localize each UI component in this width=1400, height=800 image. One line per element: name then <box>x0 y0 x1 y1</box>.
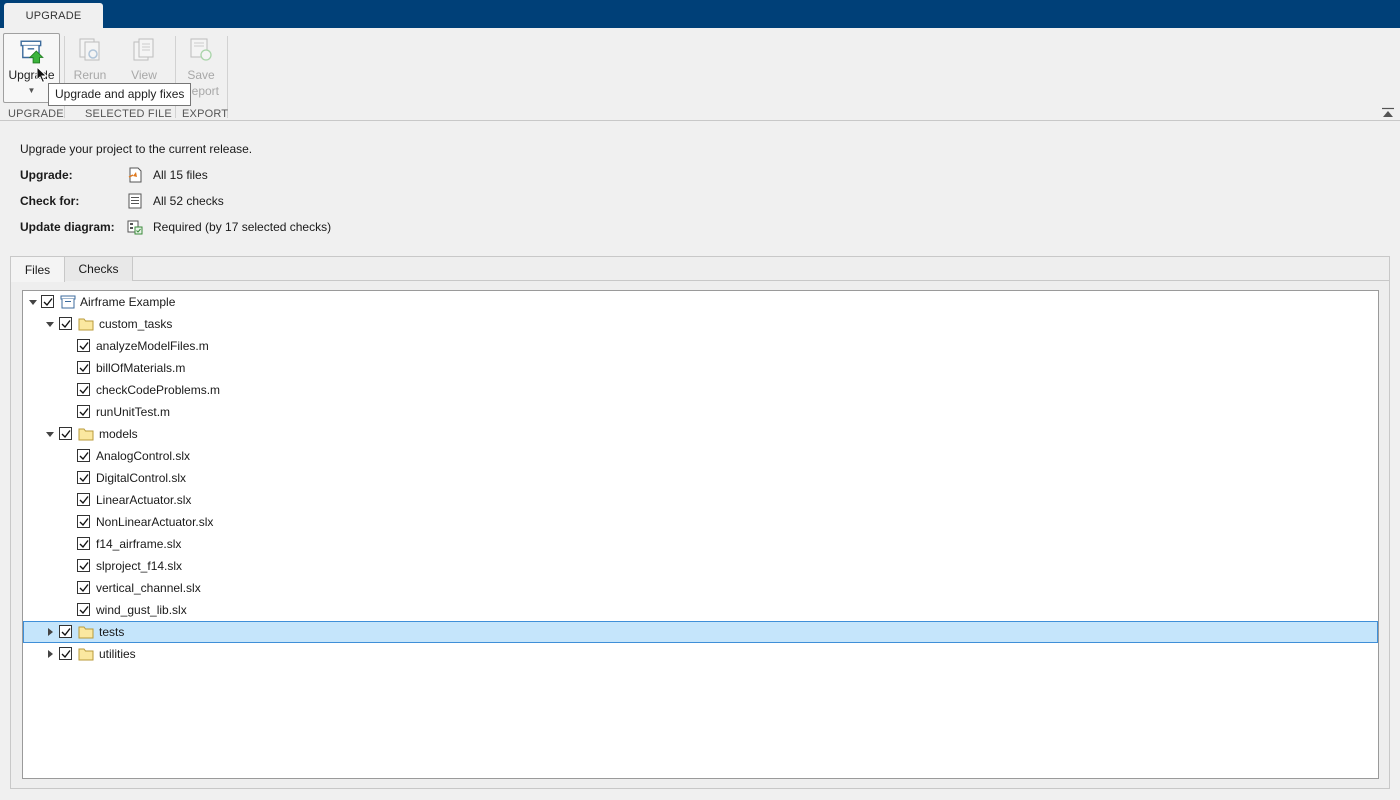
summary-key: Update diagram: <box>20 220 115 234</box>
tree-row-folder-utilities[interactable]: utilities <box>23 643 1378 665</box>
tree-row-root[interactable]: Airframe Example <box>23 291 1378 313</box>
tree-row-file[interactable]: slproject_f14.slx <box>23 555 1378 577</box>
checkbox[interactable] <box>77 471 90 484</box>
tree-row-folder-tests[interactable]: tests <box>23 621 1378 643</box>
folder-icon <box>78 428 94 441</box>
save-report-icon <box>190 38 212 61</box>
expanded-arrow-icon[interactable] <box>45 319 55 329</box>
checkbox[interactable] <box>77 383 90 396</box>
tree-label: wind_gust_lib.slx <box>96 603 187 617</box>
save-label: Save <box>187 68 215 82</box>
upgrade-icon <box>19 40 44 64</box>
view-label: View <box>131 68 157 82</box>
tooltip: Upgrade and apply fixes <box>48 83 192 106</box>
checkbox[interactable] <box>77 515 90 528</box>
rerun-icon <box>79 38 100 61</box>
expanded-arrow-icon[interactable] <box>45 429 55 439</box>
tree-label: analyzeModelFiles.m <box>96 339 209 353</box>
expanded-arrow-icon[interactable] <box>28 297 38 307</box>
summary-key: Check for: <box>20 194 80 208</box>
tree-label: custom_tasks <box>99 317 173 331</box>
rerun-label: Rerun <box>73 68 107 82</box>
model-file-icon <box>128 167 142 183</box>
tree-row-folder-models[interactable]: models <box>23 423 1378 445</box>
tree-label: runUnitTest.m <box>96 405 171 419</box>
tab-upgrade[interactable]: UPGRADE <box>4 3 103 28</box>
tree-row-file[interactable]: wind_gust_lib.slx <box>23 599 1378 621</box>
tree-label: tests <box>99 625 125 639</box>
checkbox[interactable] <box>77 581 90 594</box>
checkbox[interactable] <box>77 537 90 550</box>
checkbox[interactable] <box>77 361 90 374</box>
checkbox[interactable] <box>77 449 90 462</box>
summary-value: All 52 checks <box>153 194 224 208</box>
summary-value: Required (by 17 selected checks) <box>153 220 332 234</box>
tree-label: checkCodeProblems.m <box>96 383 221 397</box>
tree-row-file[interactable]: analyzeModelFiles.m <box>23 335 1378 357</box>
checkbox[interactable] <box>41 295 54 308</box>
chevron-down-icon[interactable]: ▼ <box>28 87 36 95</box>
folder-icon <box>78 626 94 639</box>
collapsed-arrow-icon[interactable] <box>45 649 55 659</box>
tab-checks[interactable]: Checks <box>65 257 133 281</box>
tree-row-file[interactable]: checkCodeProblems.m <box>23 379 1378 401</box>
tree-label: vertical_channel.slx <box>96 581 201 595</box>
tree-row-file[interactable]: DigitalControl.slx <box>23 467 1378 489</box>
rerun-button[interactable]: Rerun <box>70 37 110 83</box>
checkbox[interactable] <box>77 493 90 506</box>
checkbox[interactable] <box>77 405 90 418</box>
summary-row-upgrade: Upgrade: All 15 files <box>20 166 208 184</box>
tree-row-file[interactable]: billOfMaterials.m <box>23 357 1378 379</box>
view-report-icon <box>133 38 154 61</box>
folder-icon <box>78 648 94 661</box>
checkbox[interactable] <box>59 427 72 440</box>
checkbox[interactable] <box>77 559 90 572</box>
section-label-export: EXPORT <box>182 108 229 120</box>
checklist-icon <box>128 193 142 209</box>
tab-divider <box>133 280 1389 281</box>
tree-label: DigitalControl.slx <box>96 471 187 485</box>
collapse-toolstrip-icon[interactable] <box>1381 107 1395 119</box>
tree-label: AnalogControl.slx <box>96 449 191 463</box>
tabstrip: UPGRADE <box>0 0 1400 28</box>
summary-row-check-for: Check for: All 52 checks <box>20 192 224 210</box>
tree-row-file[interactable]: f14_airframe.slx <box>23 533 1378 555</box>
tree-label: models <box>99 427 138 441</box>
summary-value: All 15 files <box>153 168 208 182</box>
checkbox[interactable] <box>59 317 72 330</box>
section-label-upgrade: UPGRADE <box>8 108 64 120</box>
summary-key: Upgrade: <box>20 168 73 182</box>
tree-label: f14_airframe.slx <box>96 537 182 551</box>
view-button[interactable]: View <box>124 37 164 83</box>
toolstrip: Upgrade ▼ Rerun View Save Report UPGRADE… <box>0 28 1400 121</box>
tree-row-file[interactable]: NonLinearActuator.slx <box>23 511 1378 533</box>
tree-row-file[interactable]: runUnitTest.m <box>23 401 1378 423</box>
summary-row-update-diagram: Update diagram: Required (by 17 selected… <box>20 218 331 236</box>
checkbox[interactable] <box>77 603 90 616</box>
tree-row-folder-custom-tasks[interactable]: custom_tasks <box>23 313 1378 335</box>
tree-label: LinearActuator.slx <box>96 493 192 507</box>
checkbox[interactable] <box>59 625 72 638</box>
files-checks-panel: Files Checks Airframe Example custom_tas… <box>10 256 1390 789</box>
collapsed-arrow-icon[interactable] <box>45 627 55 637</box>
tab-files[interactable]: Files <box>11 257 65 282</box>
checkbox[interactable] <box>77 339 90 352</box>
checkbox[interactable] <box>59 647 72 660</box>
tree-label: billOfMaterials.m <box>96 361 186 375</box>
tree-row-file[interactable]: LinearActuator.slx <box>23 489 1378 511</box>
tree-label: utilities <box>99 647 136 661</box>
intro-text: Upgrade your project to the current rele… <box>20 142 253 156</box>
file-tree[interactable]: Airframe Example custom_tasks analyzeMod… <box>22 290 1379 779</box>
update-diagram-icon <box>127 220 143 235</box>
tree-label: slproject_f14.slx <box>96 559 183 573</box>
mouse-cursor-icon <box>36 66 48 84</box>
tree-label: NonLinearActuator.slx <box>96 515 214 529</box>
tree-row-file[interactable]: vertical_channel.slx <box>23 577 1378 599</box>
separator <box>227 36 228 118</box>
tree-label: Airframe Example <box>80 295 176 309</box>
folder-icon <box>78 318 94 331</box>
tree-row-file[interactable]: AnalogControl.slx <box>23 445 1378 467</box>
section-label-selected-file: SELECTED FILE <box>85 108 172 120</box>
project-icon <box>60 295 76 309</box>
